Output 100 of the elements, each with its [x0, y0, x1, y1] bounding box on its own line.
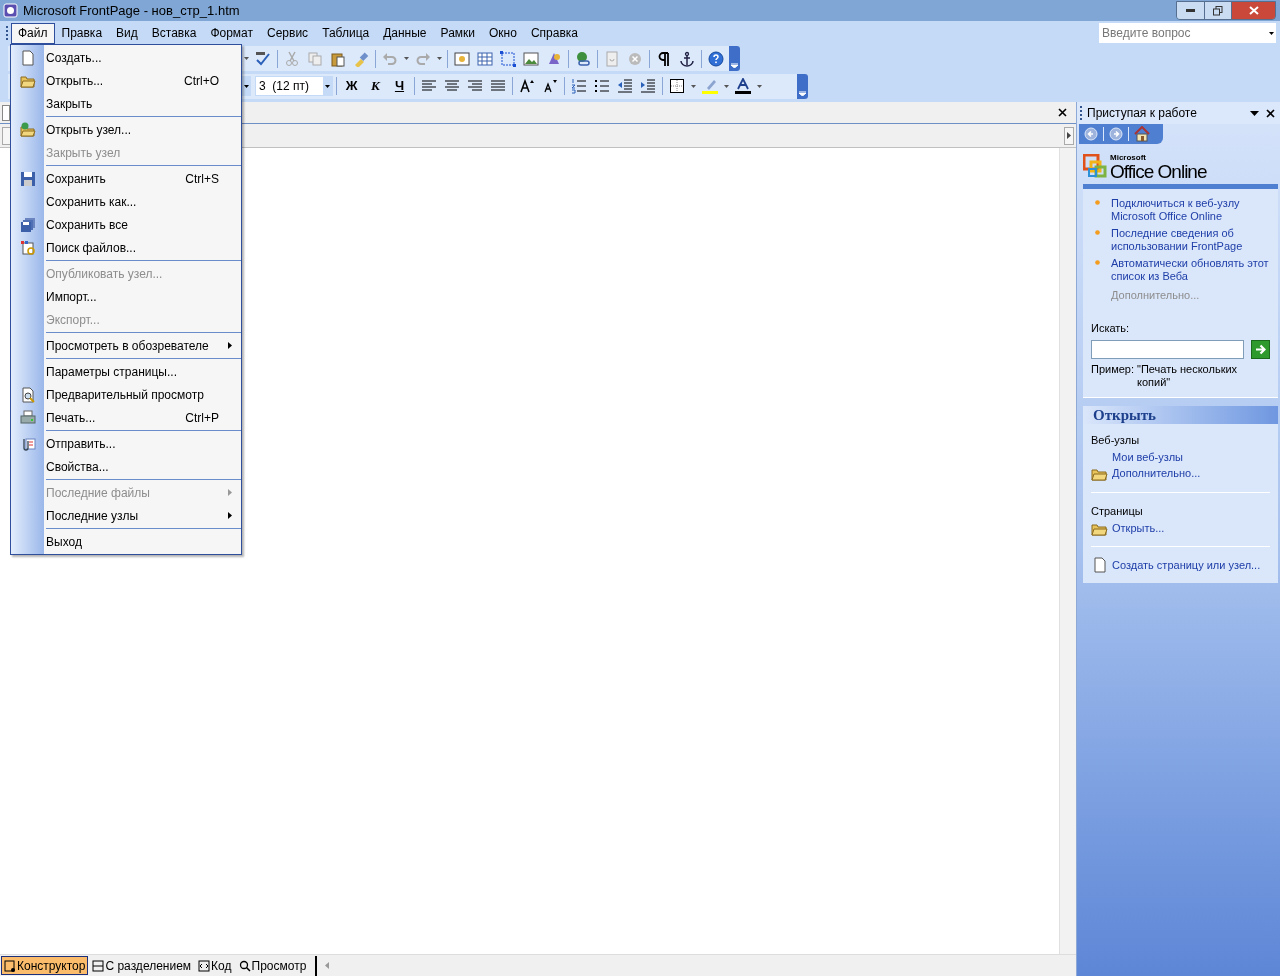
menu-item[interactable]: Создать...	[44, 46, 241, 69]
hyperlink-icon	[575, 50, 591, 67]
menu-item[interactable]: Закрыть	[44, 92, 241, 115]
menu-item[interactable]: Импорт...	[44, 285, 241, 308]
link[interactable]: Создать страницу или узел...	[1112, 556, 1261, 574]
link[interactable]: Автоматически обновлять этот список из Веба	[1111, 257, 1270, 283]
shortcut-label: Ctrl+O	[184, 72, 219, 90]
cut-icon	[284, 50, 300, 67]
format-painter-icon	[353, 50, 369, 67]
forward-button[interactable]	[1108, 126, 1124, 142]
italic-button[interactable]: К	[364, 75, 387, 97]
link[interactable]: Подключиться к веб-узлу Microsoft Office Online	[1111, 197, 1270, 223]
document-tab[interactable]	[2, 104, 10, 121]
menu-bar-item[interactable]: Сервис	[260, 22, 316, 44]
design-view-icon	[4, 959, 16, 972]
decrease-indent-icon	[617, 78, 633, 94]
menu-item[interactable]: Сохранить Ctrl+S	[44, 167, 241, 190]
printer-icon	[19, 409, 36, 426]
menu-item[interactable]: Параметры страницы...	[44, 360, 241, 383]
grip-icon	[1080, 106, 1083, 120]
close-button[interactable]	[1231, 2, 1275, 19]
link[interactable]: Мои веб-узлы	[1112, 449, 1184, 466]
menu-bar-item[interactable]: Вставка	[144, 22, 204, 44]
menu-item[interactable]: Последние узлы	[44, 504, 241, 527]
toolbar-options-button[interactable]	[729, 46, 740, 71]
font-color-button[interactable]	[732, 75, 754, 97]
link[interactable]: Дополнительно...	[1112, 465, 1201, 482]
bulleted-list-icon	[594, 78, 610, 94]
menu-bar-item[interactable]: Таблица	[315, 22, 377, 44]
vertical-scrollbar[interactable]	[1059, 148, 1076, 954]
menu-item[interactable]: Отправить...	[44, 432, 241, 455]
menu-item[interactable]: Печать... Ctrl+P	[44, 406, 241, 429]
menu-bar-item[interactable]: Рамки	[433, 22, 483, 44]
menu-item[interactable]: Поиск файлов...	[44, 236, 241, 259]
underline-button[interactable]: Ч	[388, 75, 411, 97]
menu-bar-item[interactable]: Справка	[523, 22, 585, 44]
justify-icon	[490, 78, 506, 94]
bold-button[interactable]: Ж	[340, 75, 363, 97]
view-tab[interactable]: С разделением	[89, 956, 195, 975]
menu-item[interactable]: Просмотреть в обозревателе	[44, 334, 241, 357]
logo-text: Office Online	[1110, 161, 1207, 181]
magnifier-icon	[238, 959, 251, 972]
paste-icon	[330, 50, 346, 67]
menu-bar-item[interactable]: Окно	[482, 22, 524, 44]
go-button[interactable]	[1251, 340, 1270, 359]
scroll-right-button[interactable]	[1064, 126, 1074, 145]
menu-item[interactable]: Открыть узел...	[44, 118, 241, 141]
increase-indent-icon	[640, 78, 656, 94]
dropdown-arrow-icon	[757, 84, 762, 88]
toolbar-options-button[interactable]	[797, 73, 808, 99]
stop-icon	[627, 50, 643, 67]
floppy-disks-icon	[19, 216, 36, 233]
pane-close-button[interactable]	[1263, 106, 1277, 120]
back-button[interactable]	[1083, 126, 1099, 142]
search-label: Искать:	[1091, 320, 1131, 336]
menu-item[interactable]: Выход	[44, 530, 241, 553]
align-left-icon	[421, 78, 437, 94]
menu-bar-item[interactable]: Правка	[54, 22, 110, 44]
menu-item[interactable]: Открыть... Ctrl+O	[44, 69, 241, 92]
menu-item[interactable]: Сохранить как...	[44, 190, 241, 213]
help-dropdown-button[interactable]	[1267, 23, 1276, 43]
print-preview-icon	[19, 386, 36, 403]
view-tab[interactable]: Конструктор	[1, 956, 89, 975]
align-center-icon	[444, 78, 460, 94]
font-size-dropdown[interactable]: 3 (12 пт)	[255, 76, 333, 96]
menu-bar-item[interactable]: Данные	[376, 22, 434, 44]
menu-bar-item[interactable]: Формат	[203, 22, 261, 44]
shortcut-label: Ctrl+P	[185, 409, 219, 427]
search-field[interactable]	[1091, 340, 1244, 359]
view-tab[interactable]: Просмотр	[235, 956, 310, 975]
help-search-field[interactable]: Введите вопрос	[1099, 23, 1267, 43]
code-view-icon	[198, 959, 211, 972]
bullet-icon	[1095, 200, 1100, 205]
folder-globe-icon	[19, 121, 36, 138]
web-component-icon	[454, 50, 470, 67]
view-tab[interactable]: Код	[195, 956, 235, 975]
menu-bar-item[interactable]: Вид	[109, 22, 145, 44]
dropdown-arrow-icon	[1269, 31, 1274, 35]
anchor-icon	[679, 50, 695, 67]
dropdown-arrow-icon	[244, 57, 249, 60]
spelling-icon	[255, 50, 271, 67]
home-button[interactable]	[1133, 125, 1151, 143]
minimize-button[interactable]	[1177, 2, 1204, 19]
dropdown-arrow-icon	[724, 84, 729, 88]
app-icon	[3, 3, 18, 18]
link[interactable]: Открыть...	[1112, 519, 1165, 537]
bullet-icon	[1095, 230, 1100, 235]
redo-icon	[415, 50, 431, 67]
menu-bar-item[interactable]: Файл	[11, 22, 55, 44]
link[interactable]: Последние сведения об использовании FrontPage	[1111, 227, 1270, 253]
overflow-icon	[731, 63, 738, 68]
menu-item[interactable]: Свойства...	[44, 455, 241, 478]
close-document-button[interactable]	[1056, 106, 1068, 119]
search-files-icon	[19, 239, 36, 256]
restore-button[interactable]	[1204, 2, 1231, 19]
table-icon	[477, 50, 493, 67]
copy-icon	[307, 50, 323, 67]
menu-item[interactable]: Предварительный просмотр	[44, 383, 241, 406]
menu-item[interactable]: Сохранить все	[44, 213, 241, 236]
font-dropdown-button[interactable]	[242, 76, 251, 96]
